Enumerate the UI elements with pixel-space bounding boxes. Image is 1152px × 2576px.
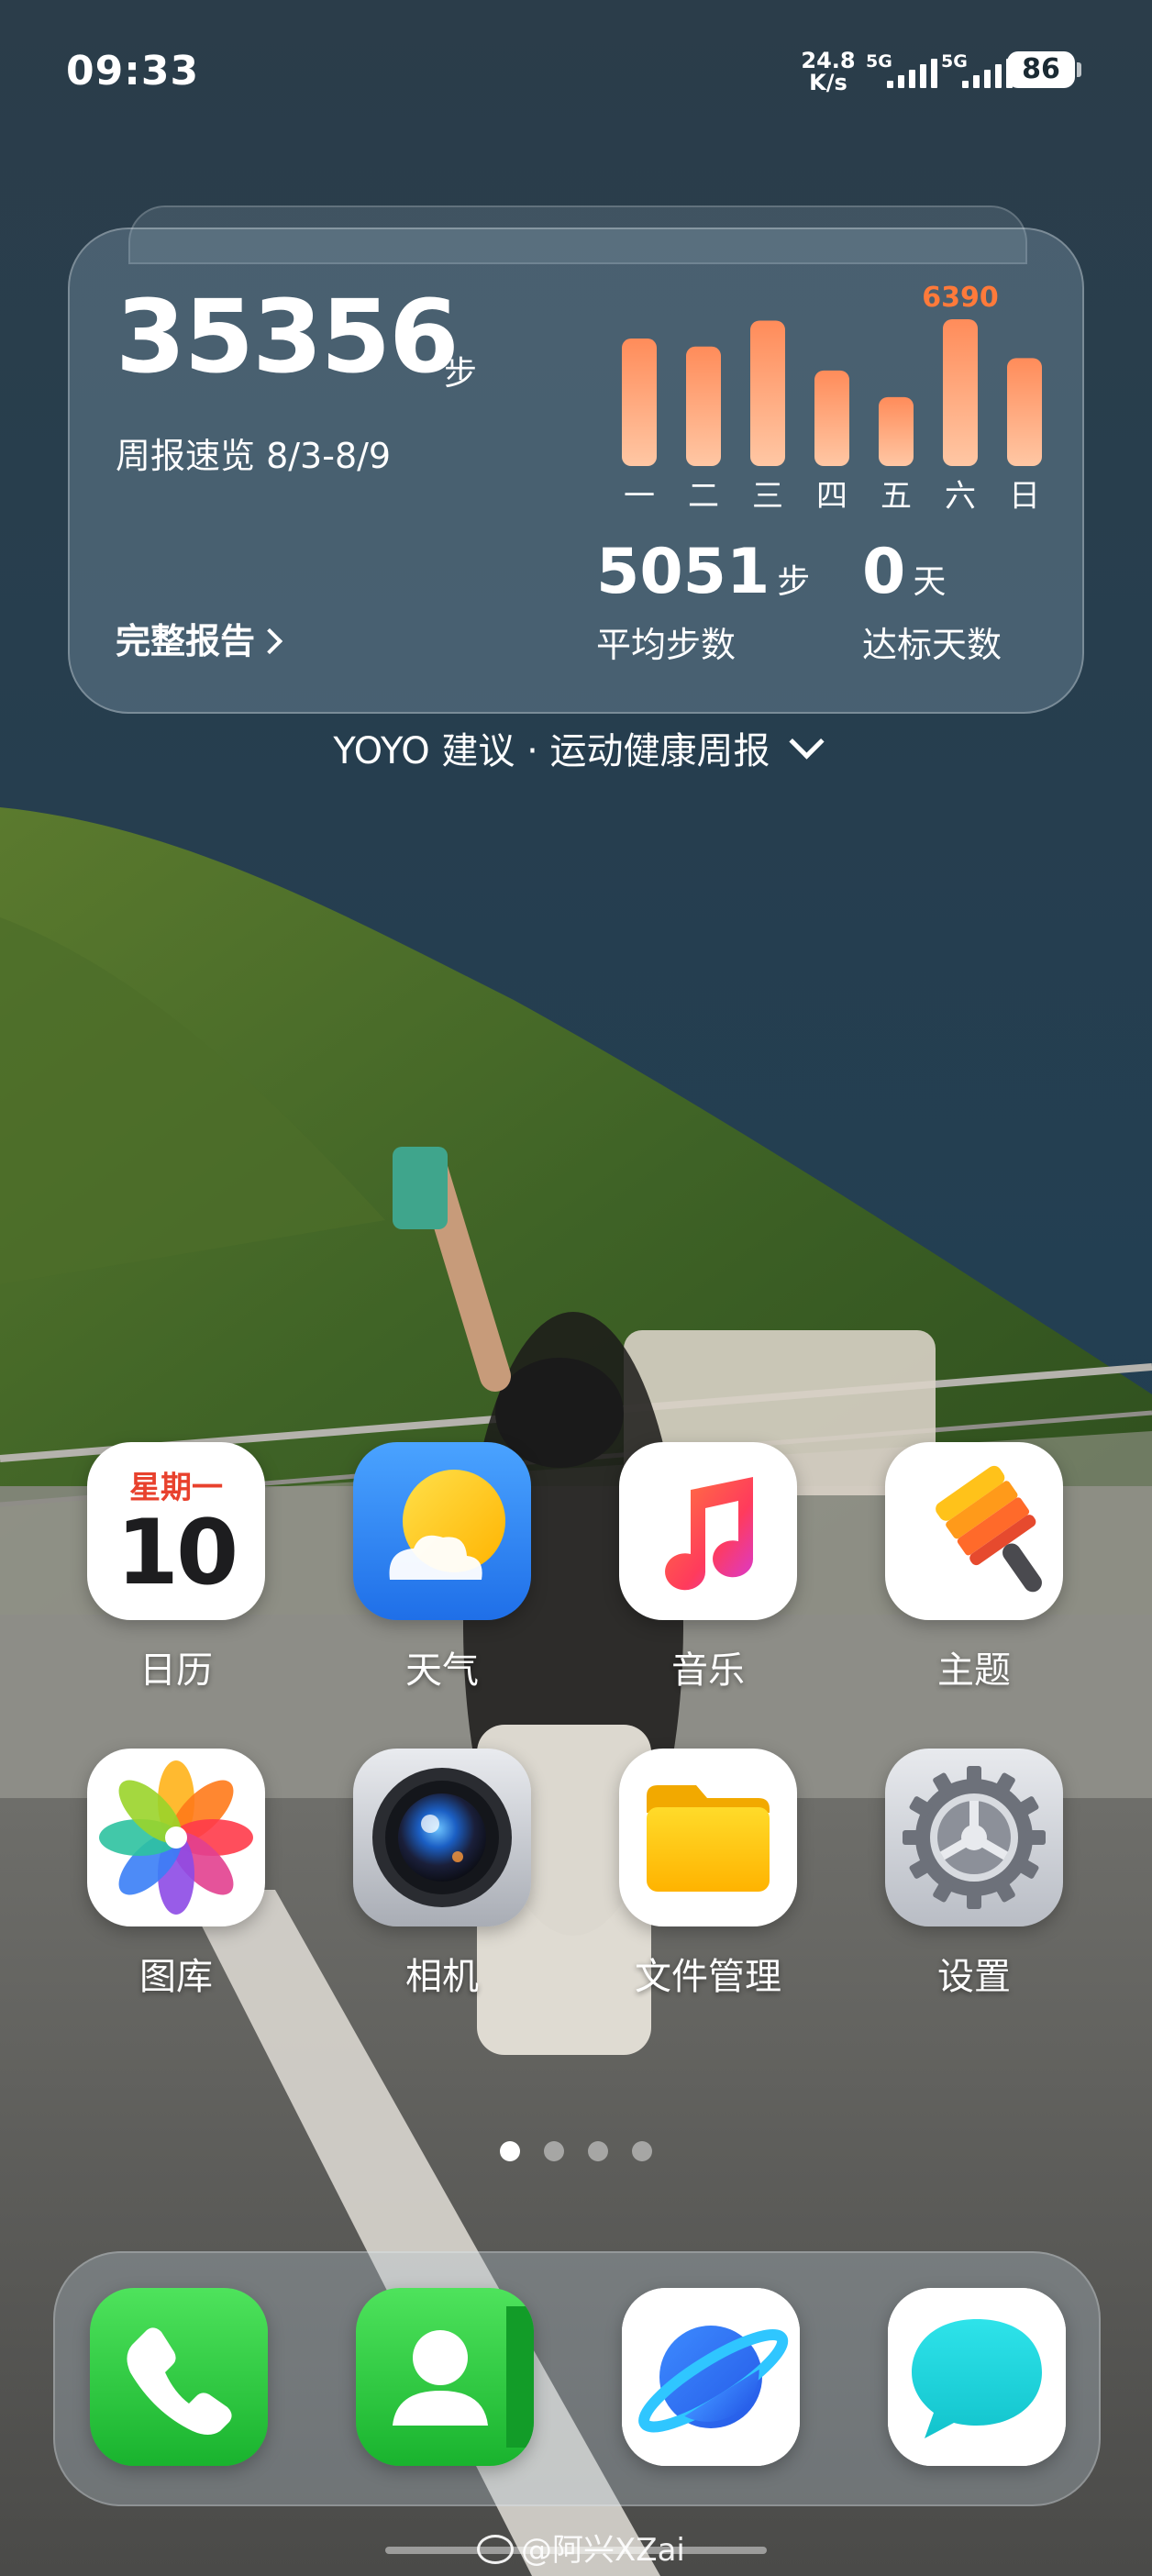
steps-bar-1 — [622, 339, 657, 466]
app-label-gallery: 图库 — [139, 1956, 213, 1998]
goal-days-stat: 0天 达标天数 — [862, 541, 1002, 667]
calendar-icon: 星期一 10 — [87, 1442, 265, 1620]
app-label-music: 音乐 — [671, 1649, 745, 1692]
day-label-7: 日 — [1009, 478, 1040, 515]
total-steps-unit: 步 — [444, 355, 478, 393]
calendar-day-number: 10 — [116, 1501, 238, 1605]
full-report-link[interactable]: 完整报告 — [116, 613, 283, 663]
health-weekly-widget[interactable]: 35356 步 周报速览 8/3-8/9 完整报告 一二三四五六 6390 日 50… — [68, 228, 1084, 714]
weibo-logo-icon — [477, 2535, 514, 2564]
yoyo-suggestion-text: YOYO 建议 · 运动健康周报 — [333, 730, 770, 772]
signal-sim2-icon: 5G — [941, 51, 1013, 90]
full-report-label: 完整报告 — [116, 621, 256, 661]
browser-planet-icon[interactable] — [622, 2288, 800, 2466]
page-dot-3[interactable] — [588, 2141, 608, 2161]
page-dot-1[interactable] — [500, 2141, 520, 2161]
phone-icon[interactable] — [90, 2288, 268, 2466]
day-label-1: 一 — [624, 478, 655, 515]
watermark-text: @阿兴XZai — [521, 2532, 685, 2569]
gallery-pinwheel-icon — [87, 1749, 265, 1926]
steps-bar-5 — [879, 396, 914, 466]
goal-days-label: 达标天数 — [862, 625, 1002, 665]
gear-icon — [885, 1749, 1063, 1926]
goal-days-unit: 天 — [913, 563, 947, 601]
app-label-weather: 天气 — [405, 1649, 479, 1692]
app-label-themes: 主题 — [937, 1649, 1011, 1692]
app-calendar[interactable]: 星期一 10 日历 — [84, 1442, 268, 1693]
steps-bar-7 — [1007, 358, 1042, 466]
total-steps-value: 35356 — [116, 278, 460, 395]
day-label-2: 二 — [688, 478, 719, 515]
app-camera[interactable]: 相机 — [350, 1749, 534, 2000]
app-gallery[interactable]: 图库 — [84, 1749, 268, 2000]
day-label-6: 六 — [945, 478, 976, 515]
app-music[interactable]: 音乐 — [616, 1442, 800, 1693]
clock-time: 09:33 — [66, 48, 200, 94]
yoyo-suggestion-bar[interactable]: YOYO 建议 · 运动健康周报 — [0, 721, 1152, 774]
app-label-calendar: 日历 — [139, 1649, 213, 1692]
average-steps-stat: 5051 步 平均步数 — [596, 541, 810, 667]
weekly-steps-chart: 一二三四五六 6390 日 — [602, 266, 1060, 515]
steps-bar-6 — [943, 319, 978, 466]
steps-bar-2 — [686, 346, 721, 466]
app-settings[interactable]: 设置 — [882, 1749, 1066, 2000]
average-steps-value: 5051 — [596, 536, 770, 608]
camera-icon — [353, 1749, 531, 1926]
weather-icon — [353, 1442, 531, 1620]
weekly-steps-chart-svg: 一二三四五六 6390 日 — [622, 282, 1042, 515]
day-label-4: 四 — [816, 478, 847, 515]
signal-sim1-icon: 5G — [866, 51, 937, 90]
weibo-watermark: @阿兴XZai — [477, 2525, 685, 2570]
week-range-title: 周报速览 8/3-8/9 — [116, 436, 392, 476]
app-label-settings: 设置 — [937, 1956, 1011, 1998]
theme-brush-icon — [885, 1442, 1063, 1620]
average-steps-label: 平均步数 — [596, 625, 737, 665]
messages-icon[interactable] — [888, 2288, 1066, 2466]
contacts-icon[interactable] — [356, 2288, 534, 2466]
network-speed-value: 24.8 — [801, 48, 856, 73]
status-bar: 09:33 24.8 K/s 5G 5G 86 — [0, 0, 1152, 138]
max-steps-label: 6390 — [922, 282, 999, 314]
network-speed-unit: K/s — [809, 70, 847, 95]
goal-days-value: 0 — [862, 536, 906, 608]
folder-icon — [619, 1749, 797, 1926]
chevron-down-icon[interactable] — [788, 724, 825, 760]
day-label-3: 三 — [752, 478, 783, 515]
music-icon — [619, 1442, 797, 1620]
app-file-manager[interactable]: 文件管理 — [616, 1749, 800, 2000]
network-speed: 24.8 K/s — [796, 50, 860, 94]
chevron-right-icon — [256, 627, 283, 655]
steps-bar-4 — [814, 370, 849, 466]
app-label-camera: 相机 — [405, 1956, 479, 1998]
app-weather[interactable]: 天气 — [350, 1442, 534, 1693]
page-indicator[interactable] — [0, 2141, 1152, 2161]
page-dot-2[interactable] — [544, 2141, 564, 2161]
app-label-file-manager: 文件管理 — [635, 1956, 781, 1998]
average-steps-unit: 步 — [777, 563, 811, 601]
page-dot-4[interactable] — [632, 2141, 652, 2161]
steps-bar-3 — [750, 320, 785, 466]
app-themes[interactable]: 主题 — [882, 1442, 1066, 1693]
battery-icon: 86 — [1007, 51, 1081, 88]
day-label-5: 五 — [881, 478, 912, 515]
